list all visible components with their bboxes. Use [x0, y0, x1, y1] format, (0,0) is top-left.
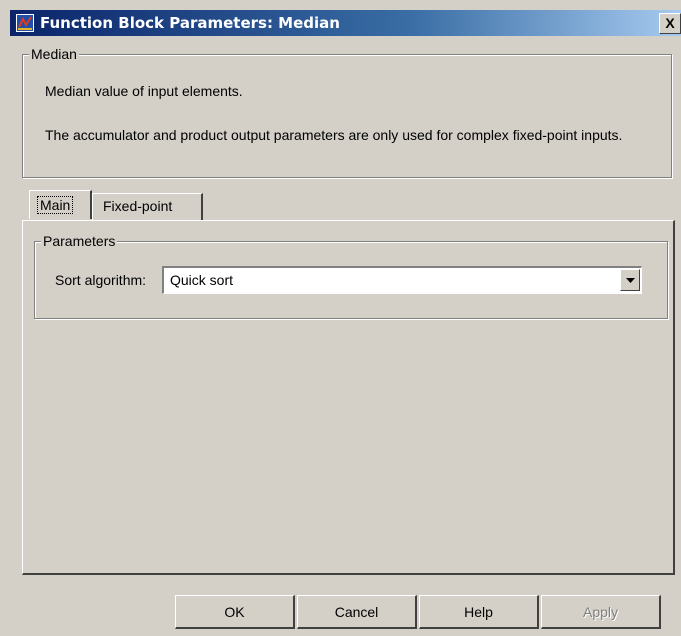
apply-button[interactable]: Apply: [541, 595, 661, 629]
sort-algorithm-select[interactable]: Quick sort: [162, 266, 642, 294]
close-button[interactable]: X: [659, 13, 681, 34]
tab-fixed-point[interactable]: Fixed-point: [92, 193, 203, 220]
block-description: Median value of input elements.: [45, 83, 243, 99]
tab-fixed-point-label: Fixed-point: [103, 198, 173, 214]
help-button-label: Help: [464, 603, 493, 620]
sort-algorithm-label: Sort algorithm:: [55, 272, 147, 288]
ok-button[interactable]: OK: [175, 595, 295, 629]
ok-button-label: OK: [224, 603, 245, 620]
help-button[interactable]: Help: [419, 595, 539, 629]
dropdown-button[interactable]: [620, 269, 640, 291]
chevron-down-icon: [626, 278, 635, 283]
apply-button-label: Apply: [582, 603, 619, 620]
close-icon: X: [665, 15, 675, 31]
simulink-block-icon: [16, 14, 34, 32]
tab-main-label: Main: [37, 196, 74, 214]
window-title: Function Block Parameters: Median: [40, 14, 340, 32]
title-bar: Function Block Parameters: Median X: [10, 10, 681, 36]
block-note: The accumulator and product output param…: [45, 127, 623, 143]
group-legend-parameters: Parameters: [41, 233, 118, 249]
cancel-button-label: Cancel: [334, 603, 379, 620]
block-description-group: Median: [22, 46, 672, 178]
sort-algorithm-value: Quick sort: [170, 272, 234, 288]
cancel-button[interactable]: Cancel: [297, 595, 417, 629]
tab-main[interactable]: Main: [29, 190, 92, 219]
group-legend-median: Median: [29, 46, 79, 62]
